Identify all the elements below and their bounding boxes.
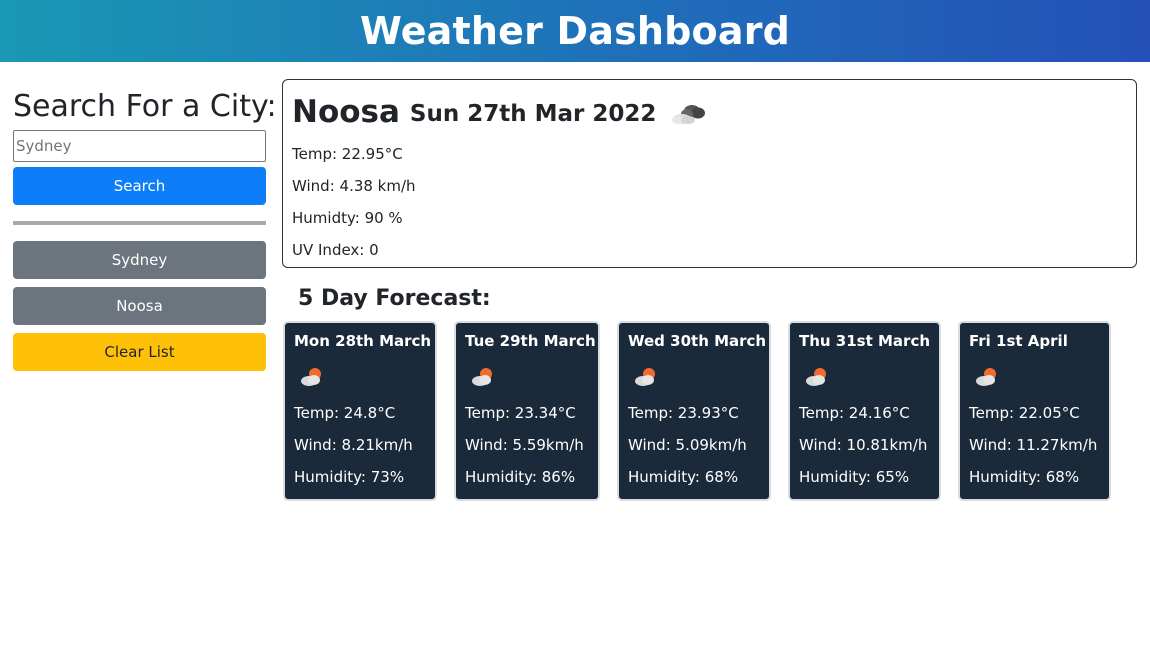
forecast-temp: Temp: 22.05°C [969, 404, 1080, 422]
search-heading: Search For a City: [13, 89, 277, 124]
partly-cloudy-sun-icon [633, 366, 760, 396]
search-button[interactable]: Search [13, 167, 266, 205]
current-humidity: Humidty: 90 % [292, 209, 403, 227]
current-uv-index: UV Index: 0 [292, 241, 379, 259]
forecast-card: Fri 1st April Temp: 22.05°C Wind: 11.27k… [958, 321, 1111, 501]
city-search-input[interactable] [13, 130, 266, 162]
forecast-card: Mon 28th March Temp: 24.8°C Wind: 8.21km… [283, 321, 437, 501]
clear-list-button[interactable]: Clear List [13, 333, 266, 371]
current-date: Sun 27th Mar 2022 [409, 101, 657, 127]
history-button-sydney[interactable]: Sydney [13, 241, 266, 279]
forecast-card: Wed 30th March Temp: 23.93°C Wind: 5.09k… [617, 321, 771, 501]
forecast-title: 5 Day Forecast: [298, 286, 491, 311]
forecast-card: Thu 31st March Temp: 24.16°C Wind: 10.81… [788, 321, 941, 501]
current-temp: Temp: 22.95°C [292, 145, 403, 163]
forecast-humidity: Humidity: 68% [628, 468, 739, 486]
page-header: Weather Dashboard [0, 0, 1150, 62]
forecast-temp: Temp: 24.8°C [294, 404, 396, 422]
current-city-name: Noosa [292, 94, 400, 130]
forecast-humidity: Humidity: 68% [969, 468, 1080, 486]
forecast-wind: Wind: 5.59km/h [465, 436, 584, 454]
page-title: Weather Dashboard [359, 9, 791, 53]
forecast-humidity: Humidity: 65% [799, 468, 910, 486]
forecast-humidity: Humidity: 86% [465, 468, 576, 486]
forecast-date: Mon 28th March [294, 332, 432, 350]
forecast-wind: Wind: 11.27km/h [969, 436, 1098, 454]
current-weather-card: Noosa Sun 27th Mar 2022 Temp: 22.95°C Wi… [282, 79, 1137, 268]
forecast-wind: Wind: 8.21km/h [294, 436, 413, 454]
forecast-date: Fri 1st April [969, 332, 1068, 350]
forecast-temp: Temp: 23.34°C [465, 404, 576, 422]
forecast-wind: Wind: 5.09km/h [628, 436, 747, 454]
partly-cloudy-sun-icon [299, 366, 426, 396]
forecast-humidity: Humidity: 73% [294, 468, 405, 486]
forecast-temp: Temp: 23.93°C [628, 404, 739, 422]
forecast-temp: Temp: 24.16°C [799, 404, 910, 422]
partly-cloudy-sun-icon [974, 366, 1100, 396]
sidebar: Search For a City: Search Sydney Noosa C… [13, 88, 277, 371]
forecast-date: Wed 30th March [628, 332, 767, 350]
current-wind: Wind: 4.38 km/h [292, 177, 416, 195]
partly-cloudy-sun-icon [804, 366, 930, 396]
sidebar-divider [13, 221, 266, 225]
partly-cloudy-sun-icon [470, 366, 589, 396]
forecast-wind: Wind: 10.81km/h [799, 436, 928, 454]
forecast-date: Tue 29th March [465, 332, 596, 350]
broken-clouds-icon [670, 98, 708, 130]
forecast-card: Tue 29th March Temp: 23.34°C Wind: 5.59k… [454, 321, 600, 501]
history-button-noosa[interactable]: Noosa [13, 287, 266, 325]
current-weather-header: Noosa Sun 27th Mar 2022 [292, 90, 1127, 134]
forecast-date: Thu 31st March [799, 332, 931, 350]
